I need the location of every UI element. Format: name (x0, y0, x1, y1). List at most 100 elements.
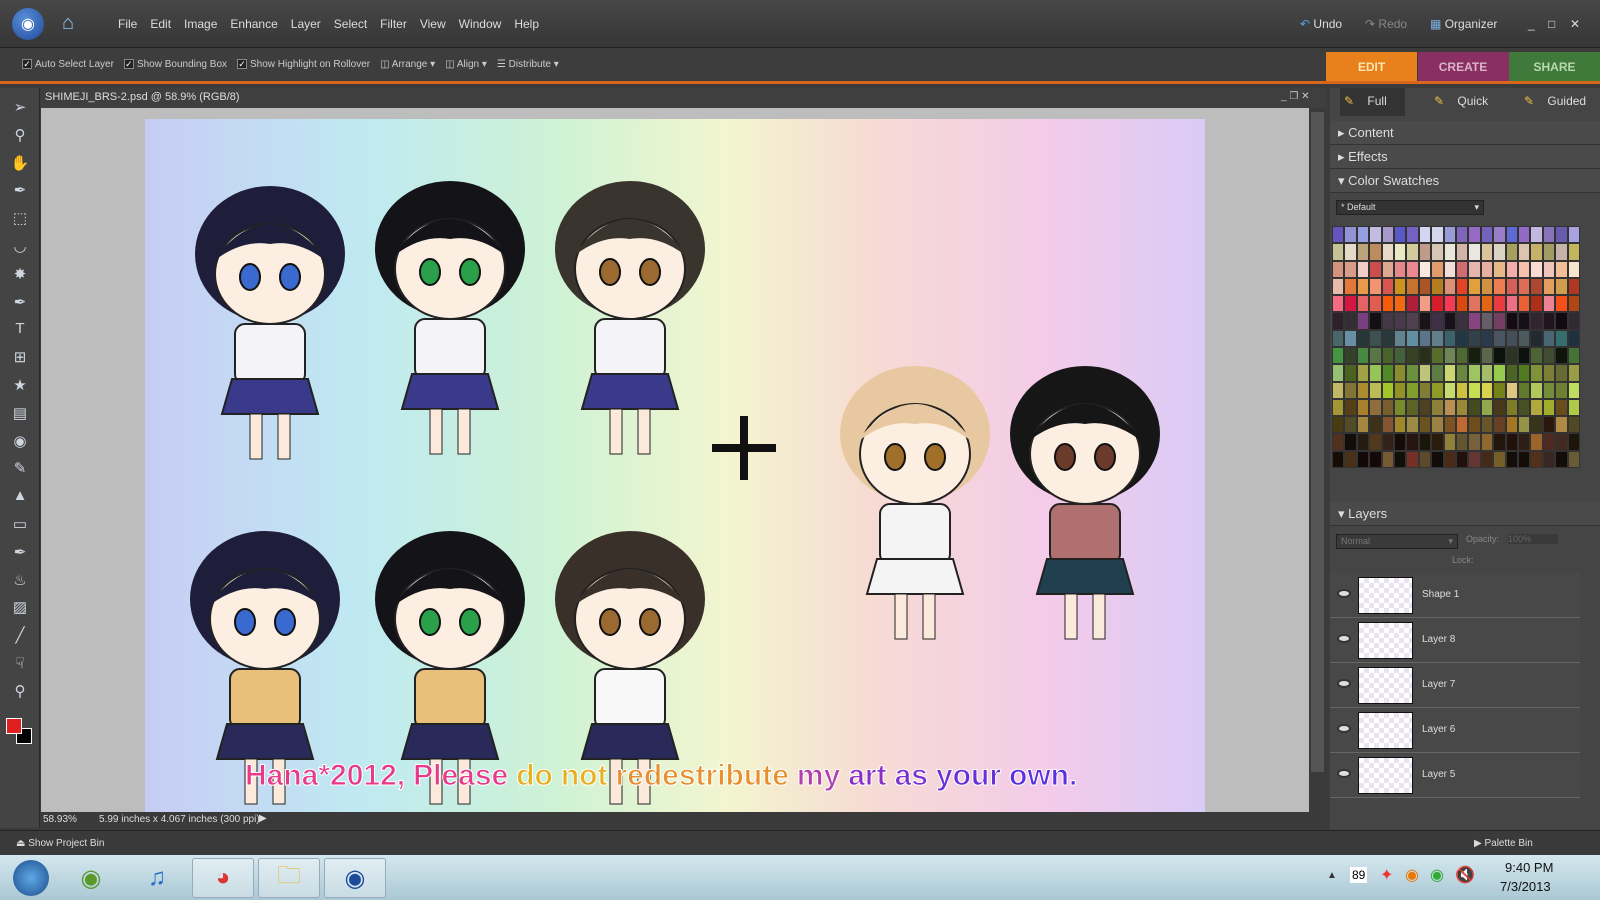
color-swatch[interactable] (1493, 398, 1506, 417)
color-swatch[interactable] (1369, 226, 1382, 244)
color-swatch[interactable] (1418, 312, 1432, 330)
color-swatch[interactable] (1431, 312, 1444, 330)
color-swatch[interactable] (1468, 329, 1481, 347)
color-swatch[interactable] (1517, 260, 1531, 278)
color-swatch[interactable] (1555, 226, 1568, 244)
color-swatch[interactable] (1455, 364, 1469, 382)
color-swatch[interactable] (1344, 226, 1357, 244)
menu-file[interactable]: File (118, 17, 137, 31)
color-swatch[interactable] (1468, 381, 1481, 399)
minimize-button[interactable]: _ (1528, 17, 1535, 31)
color-swatch[interactable] (1431, 450, 1444, 468)
color-swatch[interactable] (1406, 277, 1419, 296)
color-swatch[interactable] (1356, 312, 1370, 330)
color-swatch[interactable] (1369, 312, 1382, 330)
color-swatch[interactable] (1344, 347, 1357, 365)
color-swatch[interactable] (1530, 347, 1543, 365)
color-swatch[interactable] (1455, 450, 1469, 468)
color-swatch[interactable] (1567, 450, 1580, 468)
color-swatch[interactable] (1555, 277, 1568, 296)
tab-create[interactable]: CREATE (1417, 52, 1509, 82)
color-swatch[interactable] (1356, 260, 1370, 278)
color-swatch[interactable] (1555, 398, 1568, 417)
effects-panel-header[interactable]: ▸ Effects (1330, 145, 1600, 169)
color-swatch[interactable] (1517, 416, 1531, 434)
color-swatch[interactable] (1517, 243, 1531, 261)
maximize-button[interactable]: □ (1548, 17, 1555, 31)
color-swatch[interactable] (1542, 398, 1556, 417)
color-swatch[interactable] (1406, 347, 1419, 365)
color-swatch[interactable] (1344, 450, 1357, 468)
menu-select[interactable]: Select (334, 17, 367, 31)
color-swatch[interactable] (1369, 295, 1382, 313)
color-swatch[interactable] (1555, 312, 1568, 330)
color-swatch[interactable] (1418, 364, 1432, 382)
smudge-tool-icon[interactable]: ☟ (8, 654, 32, 676)
color-swatch[interactable] (1356, 416, 1370, 434)
color-swatch[interactable] (1418, 243, 1432, 261)
tray-badge[interactable]: 89 (1350, 867, 1368, 883)
color-swatch[interactable] (1344, 277, 1357, 296)
color-swatch[interactable] (1418, 381, 1432, 399)
color-swatch[interactable] (1530, 260, 1543, 278)
bounding-box-checkbox[interactable]: ✓ Show Bounding Box (123, 59, 227, 70)
color-swatch[interactable] (1517, 433, 1531, 451)
color-swatch[interactable] (1505, 416, 1518, 434)
color-swatch[interactable] (1406, 329, 1419, 347)
color-swatch[interactable] (1530, 226, 1543, 244)
color-swatch[interactable] (1356, 450, 1370, 468)
visibility-eye-icon[interactable] (1337, 589, 1351, 598)
color-swatch[interactable] (1406, 226, 1419, 244)
color-swatch[interactable] (1344, 260, 1357, 278)
color-swatch[interactable] (1468, 433, 1481, 451)
distribute-dropdown[interactable]: ☰ Distribute ▾ (497, 59, 559, 70)
color-swatch[interactable] (1406, 416, 1419, 434)
color-swatch[interactable] (1517, 364, 1531, 382)
color-swatch[interactable] (1517, 226, 1531, 244)
color-swatch[interactable] (1418, 295, 1432, 313)
color-swatch[interactable] (1505, 277, 1518, 296)
color-swatch[interactable] (1505, 226, 1518, 244)
color-swatch[interactable] (1393, 433, 1407, 451)
menu-edit[interactable]: Edit (150, 17, 171, 31)
mode-guided-button[interactable]: ✎ Guided (1520, 88, 1600, 116)
foreground-color-swatch[interactable] (6, 718, 22, 734)
color-swatch[interactable] (1369, 347, 1382, 365)
color-swatch[interactable] (1356, 364, 1370, 382)
color-swatch[interactable] (1468, 260, 1481, 278)
color-swatch[interactable] (1480, 450, 1494, 468)
color-swatch[interactable] (1567, 243, 1580, 261)
color-swatch[interactable] (1542, 226, 1556, 244)
color-swatch[interactable] (1517, 277, 1531, 296)
color-swatch[interactable] (1369, 260, 1382, 278)
color-swatch[interactable] (1393, 416, 1407, 434)
redo-button[interactable]: ↷ Redo (1365, 17, 1407, 31)
color-swatch[interactable] (1567, 260, 1580, 278)
color-swatch[interactable] (1431, 260, 1444, 278)
color-swatch[interactable] (1418, 450, 1432, 468)
color-swatch[interactable] (1381, 364, 1394, 382)
color-swatch[interactable] (1431, 277, 1444, 296)
color-swatch[interactable] (1542, 260, 1556, 278)
color-swatch[interactable] (1455, 260, 1469, 278)
color-swatch[interactable] (1505, 260, 1518, 278)
color-swatch[interactable] (1530, 450, 1543, 468)
color-swatch[interactable] (1431, 347, 1444, 365)
color-swatch[interactable] (1369, 277, 1382, 296)
color-swatch[interactable] (1406, 260, 1419, 278)
healing-tool-icon[interactable]: ✎ (8, 459, 32, 481)
color-swatch[interactable] (1530, 364, 1543, 382)
color-swatch[interactable] (1468, 312, 1481, 330)
lasso-tool-icon[interactable]: ◡ (8, 237, 32, 259)
taskbar-paint-app-icon[interactable]: ◉ (60, 858, 122, 898)
color-swatch[interactable] (1369, 329, 1382, 347)
color-swatch[interactable] (1443, 260, 1456, 278)
color-swatch[interactable] (1517, 450, 1531, 468)
image-canvas[interactable]: Hana*2012, Please do not redestribute my art as… (145, 119, 1205, 812)
color-swatch[interactable] (1542, 329, 1556, 347)
tab-edit[interactable]: EDIT (1326, 52, 1417, 82)
undo-button[interactable]: ↶ Undo (1300, 17, 1342, 31)
color-swatch[interactable] (1393, 329, 1407, 347)
document-window-controls[interactable]: _ ❐ ✕ (1281, 91, 1309, 102)
color-swatch[interactable] (1480, 295, 1494, 313)
